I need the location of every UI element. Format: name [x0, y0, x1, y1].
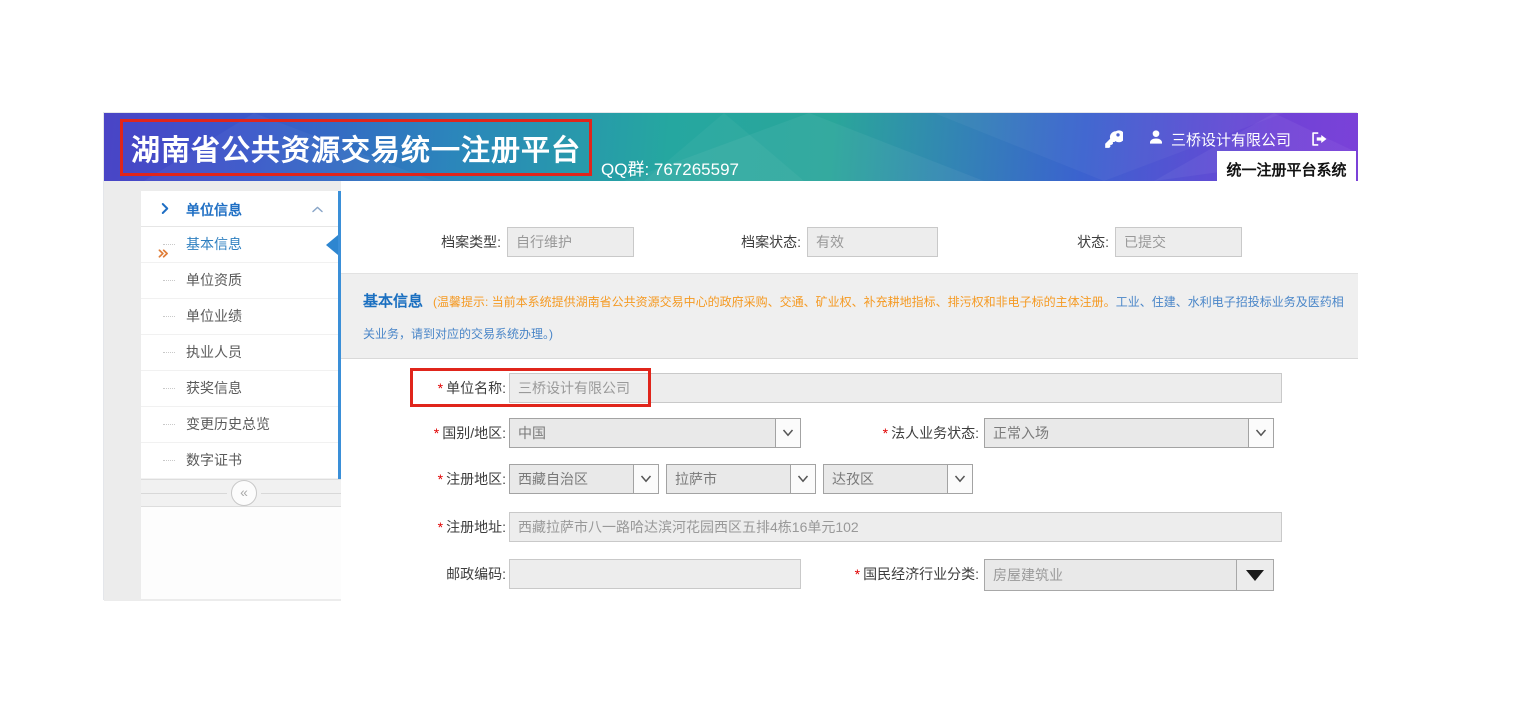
address-label: *注册地址:: [341, 512, 506, 542]
hint-text-orange: (温馨提示: 当前本系统提供湖南省公共资源交易中心的政府采购、交通、矿业权、补充…: [433, 295, 1116, 309]
industry-dropdown[interactable]: 房屋建筑业: [984, 559, 1274, 591]
sidebar-item-label: 变更历史总览: [186, 416, 270, 432]
unit-name-field: [509, 373, 1282, 403]
chevron-down-icon: [947, 465, 972, 493]
postal-code-label: 邮政编码:: [341, 559, 506, 589]
tab-unified-registration-system[interactable]: 统一注册平台系统: [1217, 151, 1356, 187]
sidebar-item-label: 单位资质: [186, 272, 242, 288]
user-name: 三桥设计有限公司: [1171, 129, 1291, 150]
required-asterisk: *: [438, 471, 443, 487]
chevron-down-icon: [633, 465, 658, 493]
sidebar-item-change-history[interactable]: 变更历史总览: [141, 407, 338, 443]
sidebar-item-label: 获奖信息: [186, 380, 242, 396]
platform-title: 湖南省公共资源交易统一注册平台: [131, 127, 581, 169]
sidebar-empty-area: [141, 507, 347, 599]
sidebar-group-label: 单位信息: [186, 200, 242, 220]
region-province-select[interactable]: 西藏自治区: [509, 464, 659, 494]
region-district-select[interactable]: 达孜区: [823, 464, 973, 494]
country-select[interactable]: 中国: [509, 418, 801, 448]
postal-code-field[interactable]: [509, 559, 801, 589]
region-city-select[interactable]: 拉萨市: [666, 464, 816, 494]
form-row-address: *注册地址:: [341, 512, 1358, 544]
legal-status-select[interactable]: 正常入场: [984, 418, 1274, 448]
archive-type-field: [507, 227, 634, 257]
chevron-right-icon: [159, 202, 171, 220]
logout-icon[interactable]: [1310, 128, 1328, 150]
user-icon: [1148, 129, 1164, 149]
archive-status-field: [807, 227, 938, 257]
caret-down-icon: [1236, 560, 1273, 590]
chevron-up-icon[interactable]: [311, 203, 324, 221]
divider: [261, 493, 347, 494]
qq-group-text: QQ群: 767265597: [601, 155, 739, 180]
chevron-down-icon: [790, 465, 815, 493]
basic-info-section-header: 基本信息 (温馨提示: 当前本系统提供湖南省公共资源交易中心的政府采购、交通、矿业…: [341, 273, 1358, 359]
status-label: 状态:: [941, 227, 1109, 257]
sidebar-group-unit-info[interactable]: 单位信息: [141, 191, 338, 227]
sidebar-item-label: 单位业绩: [186, 308, 242, 324]
sidebar-item-unit-performance[interactable]: 单位业绩: [141, 299, 338, 335]
required-asterisk: *: [438, 380, 443, 396]
required-asterisk: *: [438, 519, 443, 535]
sidebar-item-basic-info[interactable]: 基本信息: [141, 227, 338, 263]
chevron-down-icon: [1248, 419, 1273, 447]
sidebar-item-label: 执业人员: [186, 344, 242, 360]
unit-name-label: *单位名称:: [341, 373, 506, 403]
country-label: *国别/地区:: [341, 418, 506, 448]
left-panel: 单位信息 基本信息 单位资质 单位业绩: [104, 181, 341, 601]
archive-status-label: 档案状态:: [641, 227, 801, 257]
sidebar-item-practitioners[interactable]: 执业人员: [141, 335, 338, 371]
sidebar-item-unit-qualification[interactable]: 单位资质: [141, 263, 338, 299]
registration-platform-window: 湖南省公共资源交易统一注册平台 QQ群: 767265597 三桥设计有限公司 …: [103, 112, 1357, 600]
required-asterisk: *: [434, 425, 439, 441]
address-field: [509, 512, 1282, 542]
required-asterisk: *: [855, 566, 860, 582]
legal-status-label: *法人业务状态:: [811, 418, 979, 448]
status-field: [1115, 227, 1242, 257]
sidebar-collapse-strip: «: [141, 479, 347, 507]
sidebar-item-awards[interactable]: 获奖信息: [141, 371, 338, 407]
sidebar-item-digital-certificate[interactable]: 数字证书: [141, 443, 338, 479]
form-row-unit-name: *单位名称:: [341, 373, 1358, 405]
header-banner: 湖南省公共资源交易统一注册平台 QQ群: 767265597 三桥设计有限公司: [104, 113, 1358, 181]
main-content: 档案类型: 档案状态: 状态: 基本信息 (温馨提示: 当前本系统提供湖南省公共资…: [341, 181, 1358, 601]
key-icon[interactable]: [1104, 128, 1123, 150]
archive-type-label: 档案类型:: [341, 227, 501, 257]
required-asterisk: *: [883, 425, 888, 441]
form-row-region: *注册地区: 西藏自治区 拉萨市 达孜区: [341, 464, 1358, 496]
divider: [141, 493, 227, 494]
section-title: 基本信息: [363, 293, 423, 310]
form-row-postal-industry: 邮政编码: *国民经济行业分类: 房屋建筑业: [341, 559, 1358, 591]
platform-title-highlight-box: 湖南省公共资源交易统一注册平台: [120, 119, 592, 176]
region-label: *注册地区:: [341, 464, 506, 494]
form-row-country-status: *国别/地区: 中国 *法人业务状态: 正常入场: [341, 418, 1358, 450]
current-user[interactable]: 三桥设计有限公司: [1148, 128, 1291, 150]
sidebar-items: 基本信息 单位资质 单位业绩 执业人员 获奖信息 变更历史总览: [141, 227, 338, 479]
sidebar-collapse-button[interactable]: «: [231, 480, 257, 506]
sidebar-item-label: 基本信息: [186, 236, 242, 252]
sidebar-item-label: 数字证书: [186, 452, 242, 468]
chevron-down-icon: [775, 419, 800, 447]
sidebar-menu: 单位信息 基本信息 单位资质 单位业绩: [141, 191, 341, 479]
industry-label: *国民经济行业分类:: [781, 559, 979, 589]
